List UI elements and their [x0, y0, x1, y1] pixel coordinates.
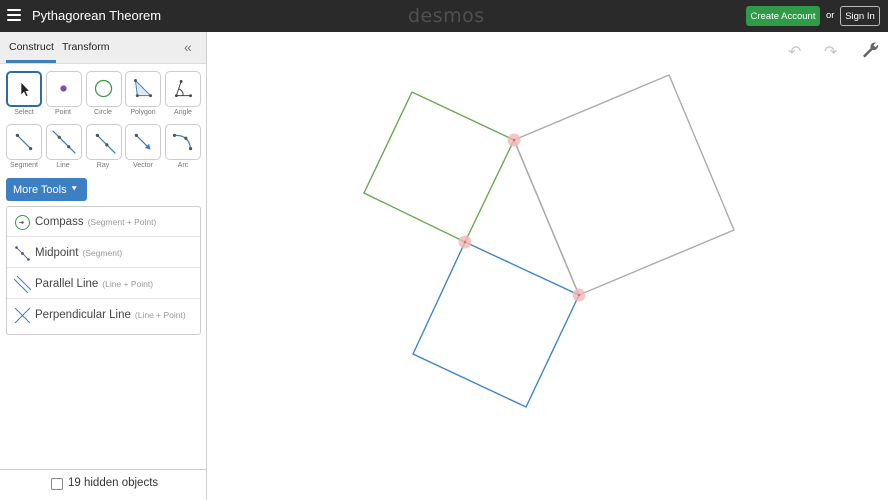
- more-tools-button[interactable]: More Tools ⯆: [6, 178, 87, 201]
- panel-tabs: Construct Transform «: [0, 32, 206, 64]
- chevron-down-icon: ⯆: [70, 184, 78, 194]
- tool-angle[interactable]: [165, 71, 201, 107]
- circle-icon: [94, 79, 113, 98]
- compass-label: Compass: [35, 216, 84, 228]
- tool-polygon[interactable]: [125, 71, 161, 107]
- tool-ray[interactable]: [86, 124, 122, 160]
- select-arrow-icon: [21, 82, 29, 97]
- tool-line[interactable]: [46, 124, 82, 160]
- more-tools-list: Compass (Segment + Point) Midpoint (Segmen…: [6, 206, 201, 335]
- tool-point[interactable]: [46, 71, 82, 107]
- parallel-line-label: Parallel Line: [35, 278, 99, 290]
- parallel-line-icon: [14, 276, 31, 293]
- active-tab-indicator: [6, 60, 56, 63]
- vertex-dot: [577, 293, 581, 297]
- create-account-button[interactable]: Create Account: [746, 6, 820, 26]
- gray-square[interactable]: [513, 74, 735, 296]
- tool-segment[interactable]: [6, 124, 42, 160]
- triangle-edge: [513, 139, 580, 296]
- vertex-dot: [512, 138, 516, 142]
- geometry-canvas[interactable]: ↶ ↷: [208, 32, 888, 500]
- tab-transform[interactable]: Transform: [62, 41, 109, 53]
- perpendicular-line-label: Perpendicular Line: [35, 309, 131, 321]
- tool-vector[interactable]: [125, 124, 161, 160]
- angle-icon: [174, 80, 192, 98]
- tool-arc[interactable]: [165, 124, 201, 160]
- tool-circle[interactable]: [86, 71, 122, 107]
- vector-icon: [134, 133, 151, 150]
- midpoint-label: Midpoint: [35, 247, 79, 259]
- point-icon: [60, 85, 67, 92]
- perpendicular-line-hint: (Line + Point): [134, 310, 186, 320]
- graph-title[interactable]: Pythagorean Theorem: [32, 8, 161, 23]
- arc-icon: [172, 133, 193, 151]
- parallel-line-hint: (Line + Point): [102, 279, 154, 289]
- collapse-panel-icon[interactable]: «: [184, 39, 192, 55]
- polygon-icon: [133, 78, 153, 98]
- tool-compass[interactable]: Compass (Segment + Point): [7, 207, 200, 237]
- panel-footer: 19 hidden objects: [0, 469, 206, 500]
- midpoint-icon: [15, 246, 30, 261]
- hidden-objects-label: 19 hidden objects: [68, 477, 159, 489]
- tool-parallel-line[interactable]: Parallel Line (Line + Point): [7, 269, 200, 299]
- line-icon: [52, 130, 76, 154]
- tool-label: Angle: [174, 109, 192, 116]
- tools-panel: Construct Transform « Select Point Circl…: [0, 32, 207, 500]
- hamburger-menu-icon[interactable]: [7, 9, 21, 23]
- segment-icon: [15, 133, 33, 151]
- ray-icon: [95, 133, 116, 154]
- midpoint-hint: (Segment): [82, 248, 123, 258]
- perpendicular-line-icon: [14, 307, 31, 324]
- vertex-dot: [463, 240, 467, 244]
- tool-label: Arc: [177, 162, 189, 169]
- tab-construct[interactable]: Construct: [9, 41, 54, 53]
- tool-midpoint[interactable]: Midpoint (Segment): [7, 238, 200, 268]
- compass-icon: [15, 215, 30, 230]
- or-label: or: [826, 10, 835, 21]
- top-bar: Pythagorean Theorem desmos Create Accoun…: [0, 0, 888, 32]
- construction-drawing: [363, 74, 735, 408]
- desmos-logo: desmos: [408, 5, 485, 27]
- sign-in-button[interactable]: Sign In: [840, 6, 880, 26]
- more-tools-label: More Tools: [13, 183, 67, 196]
- green-square[interactable]: [363, 91, 515, 243]
- compass-hint: (Segment + Point): [87, 217, 157, 227]
- show-hidden-checkbox[interactable]: [51, 478, 63, 490]
- tool-perpendicular-line[interactable]: Perpendicular Line (Line + Point): [7, 300, 200, 330]
- blue-square[interactable]: [412, 241, 580, 408]
- tool-select[interactable]: [6, 71, 42, 107]
